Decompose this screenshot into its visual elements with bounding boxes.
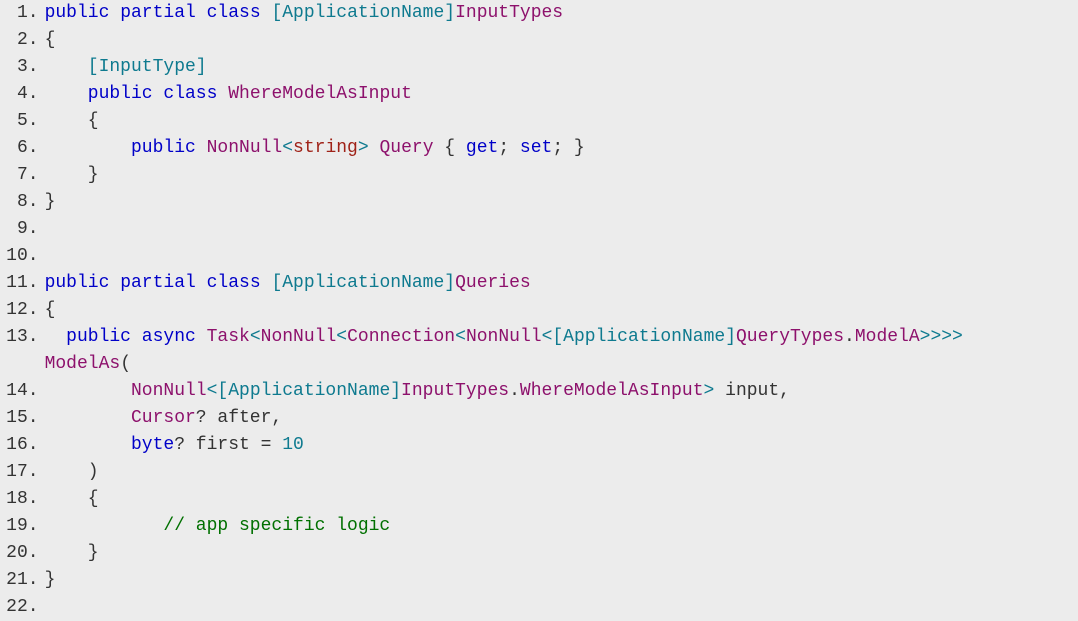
line-content: [InputType] <box>45 54 1078 81</box>
line-number: 8. <box>0 189 45 216</box>
line-content: } <box>45 567 1078 594</box>
line-number: 1. <box>0 0 45 27</box>
line-number: 22. <box>0 594 45 621</box>
code-row: 19. // app specific logic <box>0 513 1078 540</box>
line-number: 12. <box>0 297 45 324</box>
line-content: Cursor? after, <box>45 405 1078 432</box>
line-content <box>45 594 1078 621</box>
line-number: 11. <box>0 270 45 297</box>
code-row: 15. Cursor? after, <box>0 405 1078 432</box>
line-number: 5. <box>0 108 45 135</box>
line-number: 4. <box>0 81 45 108</box>
line-content: { <box>45 486 1078 513</box>
line-content <box>45 216 1078 243</box>
line-number: 20. <box>0 540 45 567</box>
code-row: 6. public NonNull<string> Query { get; s… <box>0 135 1078 162</box>
line-number: 14. <box>0 378 45 405</box>
code-row: 18. { <box>0 486 1078 513</box>
line-number: 10. <box>0 243 45 270</box>
line-number: 17. <box>0 459 45 486</box>
line-content: public partial class [ApplicationName]Qu… <box>45 270 1078 297</box>
line-content: NonNull<[ApplicationName]InputTypes.Wher… <box>45 378 1078 405</box>
line-number: 2. <box>0 27 45 54</box>
code-row: 11.public partial class [ApplicationName… <box>0 270 1078 297</box>
code-row: 12.{ <box>0 297 1078 324</box>
line-content: } <box>45 162 1078 189</box>
line-content: { <box>45 108 1078 135</box>
line-content: public async Task<NonNull<Connection<Non… <box>45 324 1078 351</box>
code-row: ModelAs( <box>0 351 1078 378</box>
line-content: ) <box>45 459 1078 486</box>
line-number: 3. <box>0 54 45 81</box>
code-row: 5. { <box>0 108 1078 135</box>
code-row: 7. } <box>0 162 1078 189</box>
line-content: public partial class [ApplicationName]In… <box>45 0 1078 27</box>
line-content: } <box>45 540 1078 567</box>
line-content: public NonNull<string> Query { get; set;… <box>45 135 1078 162</box>
line-content <box>45 243 1078 270</box>
code-row: 2.{ <box>0 27 1078 54</box>
line-number: 19. <box>0 513 45 540</box>
line-number: 15. <box>0 405 45 432</box>
line-number: 18. <box>0 486 45 513</box>
code-row: 1.public partial class [ApplicationName]… <box>0 0 1078 27</box>
line-content: ModelAs( <box>45 351 1078 378</box>
code-row: 10. <box>0 243 1078 270</box>
line-number: 16. <box>0 432 45 459</box>
code-row: 8.} <box>0 189 1078 216</box>
line-content: { <box>45 27 1078 54</box>
line-number: 13. <box>0 324 45 351</box>
line-number: 7. <box>0 162 45 189</box>
code-row: 3. [InputType] <box>0 54 1078 81</box>
code-row: 14. NonNull<[ApplicationName]InputTypes.… <box>0 378 1078 405</box>
line-number: 21. <box>0 567 45 594</box>
line-number: 9. <box>0 216 45 243</box>
code-row: 13. public async Task<NonNull<Connection… <box>0 324 1078 351</box>
line-content: // app specific logic <box>45 513 1078 540</box>
line-content: { <box>45 297 1078 324</box>
line-number: 6. <box>0 135 45 162</box>
code-row: 20. } <box>0 540 1078 567</box>
code-row: 21.} <box>0 567 1078 594</box>
line-content: public class WhereModelAsInput <box>45 81 1078 108</box>
code-block: 1.public partial class [ApplicationName]… <box>0 0 1078 621</box>
code-row: 9. <box>0 216 1078 243</box>
code-row: 17. ) <box>0 459 1078 486</box>
line-number <box>0 351 45 378</box>
line-content: byte? first = 10 <box>45 432 1078 459</box>
code-row: 16. byte? first = 10 <box>0 432 1078 459</box>
code-row: 22. <box>0 594 1078 621</box>
line-content: } <box>45 189 1078 216</box>
code-row: 4. public class WhereModelAsInput <box>0 81 1078 108</box>
